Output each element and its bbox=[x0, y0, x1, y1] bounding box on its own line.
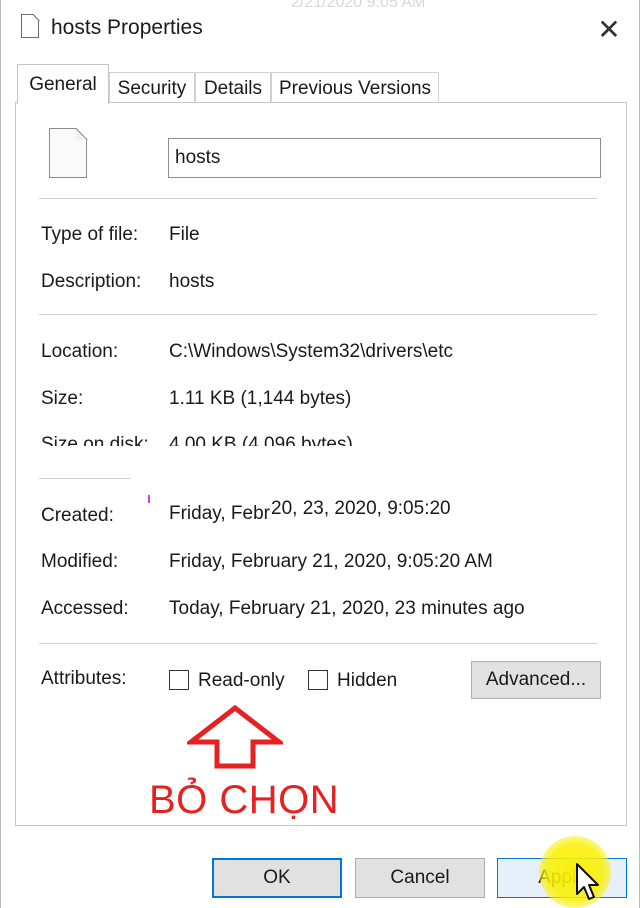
advanced-button[interactable]: Advanced... bbox=[471, 661, 601, 699]
document-icon bbox=[49, 127, 88, 178]
background-window-text: 2/21/2020 9:05 AM bbox=[291, 0, 426, 11]
up-arrow-annotation-icon bbox=[187, 704, 283, 769]
hidden-label[interactable]: Hidden bbox=[337, 670, 397, 692]
created-label: Created: bbox=[41, 505, 114, 526]
read-only-checkbox[interactable] bbox=[169, 670, 189, 690]
tab-details[interactable]: Details bbox=[195, 72, 271, 104]
accessed-value: Today, February 21, 2020, 23 minutes ago bbox=[169, 598, 525, 619]
properties-dialog: 2/21/2020 9:05 AM hosts Properties ✕ Gen… bbox=[0, 0, 640, 908]
attributes-label: Attributes: bbox=[41, 668, 127, 689]
window-title: hosts Properties bbox=[51, 16, 203, 39]
read-only-label[interactable]: Read-only bbox=[198, 670, 285, 692]
accessed-label: Accessed: bbox=[41, 598, 129, 619]
cancel-button[interactable]: Cancel bbox=[355, 858, 485, 898]
location-value: C:\Windows\System32\drivers\etc bbox=[169, 341, 454, 362]
separator bbox=[39, 643, 597, 644]
ok-button[interactable]: OK bbox=[212, 858, 342, 898]
separator bbox=[39, 478, 131, 479]
created-value-start: Friday, Febr bbox=[169, 503, 271, 524]
file-name-input[interactable] bbox=[168, 138, 601, 178]
modified-label: Modified: bbox=[41, 551, 119, 572]
close-button[interactable]: ✕ bbox=[591, 12, 627, 48]
pen-mark bbox=[148, 495, 150, 503]
mouse-pointer-icon bbox=[576, 863, 599, 900]
size-label: Size: bbox=[41, 388, 84, 409]
created-value-end: 20, 23, 2020, 9:05:20 bbox=[271, 498, 451, 519]
tab-general[interactable]: General bbox=[17, 64, 109, 104]
tab-security[interactable]: Security bbox=[109, 72, 195, 104]
hidden-checkbox[interactable] bbox=[308, 670, 328, 690]
separator bbox=[39, 198, 597, 199]
type-of-file-value: File bbox=[169, 224, 200, 245]
annotation-text: BỎ CHỌN bbox=[149, 778, 340, 822]
description-label: Description: bbox=[41, 271, 142, 292]
file-icon bbox=[21, 13, 40, 38]
size-value: 1.11 KB (1,144 bytes) bbox=[169, 388, 352, 409]
tab-previous-versions[interactable]: Previous Versions bbox=[271, 72, 439, 104]
separator bbox=[39, 314, 597, 315]
title-bar: 2/21/2020 9:05 AM hosts Properties ✕ bbox=[1, 0, 640, 62]
location-label: Location: bbox=[41, 341, 119, 362]
modified-value: Friday, February 21, 2020, 9:05:20 AM bbox=[169, 551, 493, 572]
description-value: hosts bbox=[169, 271, 215, 292]
active-tab-joint bbox=[18, 100, 108, 104]
type-of-file-label: Type of file: bbox=[41, 224, 139, 245]
